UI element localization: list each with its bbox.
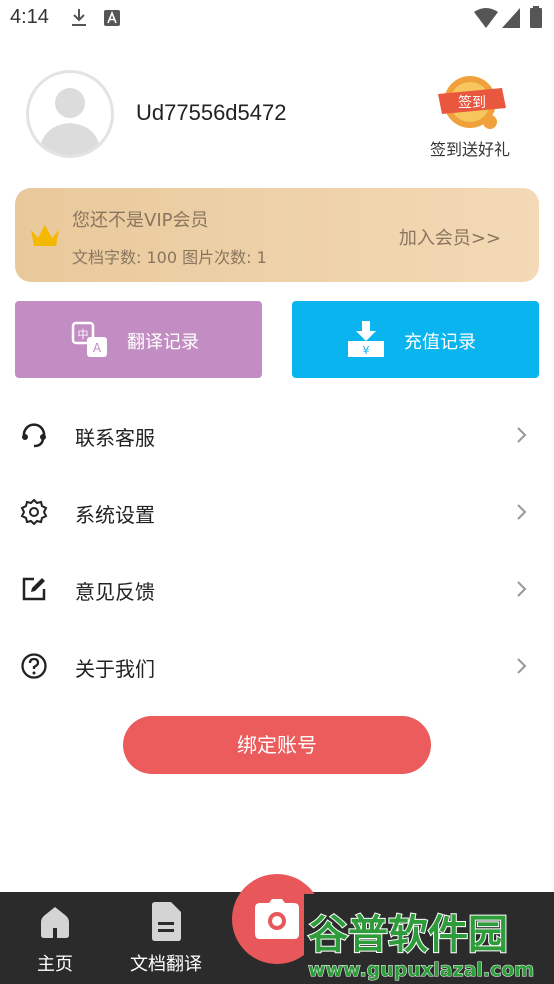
svg-text:¥: ¥ — [363, 344, 370, 357]
watermark-url: www.gupuxlazal.com — [308, 959, 534, 981]
recharge-icon: ¥ — [348, 321, 384, 357]
avatar[interactable] — [26, 70, 114, 158]
nav-home[interactable]: 主页 — [0, 892, 110, 984]
chevron-right-icon — [517, 581, 527, 597]
username: Ud77556d5472 — [136, 100, 287, 125]
signal-icon — [502, 8, 520, 28]
home-icon — [41, 907, 69, 938]
vip-title: 您还不是VIP会员 — [72, 210, 209, 231]
svg-text:中: 中 — [78, 328, 89, 341]
translate-icon: 中 A — [71, 321, 107, 357]
status-bar: 4:14 — [0, 0, 554, 38]
crown-icon — [31, 225, 59, 246]
vip-card[interactable]: 您还不是VIP会员 文档字数: 100 图片次数: 1 加入会员>> — [15, 188, 539, 282]
nav-doc-translate-label: 文档翻译 — [130, 954, 202, 975]
chevron-right-icon — [517, 658, 527, 674]
watermark-graphic: 谷普软件园 www.gupuxlazal.com — [304, 894, 554, 984]
watermark-brand: 谷普软件园 — [308, 912, 508, 958]
camera-icon — [255, 899, 299, 939]
checkin-badge-icon: 签到 — [438, 76, 506, 129]
svg-text:A: A — [93, 341, 102, 355]
headset-icon — [22, 423, 46, 448]
join-vip-link[interactable]: 加入会员>> — [399, 224, 501, 250]
menu-about-us[interactable]: 关于我们 — [0, 628, 554, 705]
status-time: 4:14 — [10, 6, 49, 28]
gear-icon — [20, 498, 48, 526]
checkin-badge-text: 签到 — [458, 94, 486, 111]
text-app-icon — [104, 10, 120, 26]
profile-header: Ud77556d5472 签到 签到送好礼 — [0, 60, 554, 170]
user-silhouette-icon — [39, 88, 101, 155]
wifi-icon — [474, 8, 498, 28]
bind-account-button[interactable]: 绑定账号 — [123, 716, 431, 774]
translate-records-label: 翻译记录 — [127, 332, 199, 353]
chevron-right-icon — [517, 504, 527, 520]
document-icon — [152, 902, 181, 941]
translate-records-button[interactable]: 中 A 翻译记录 — [15, 301, 262, 378]
nav-home-label: 主页 — [37, 954, 73, 975]
checkin-label: 签到送好礼 — [429, 140, 510, 159]
menu-label: 系统设置 — [75, 503, 155, 527]
menu-contact-support[interactable]: 联系客服 — [0, 397, 554, 474]
recharge-records-button[interactable]: ¥ 充值记录 — [292, 301, 539, 378]
menu-label: 意见反馈 — [75, 580, 155, 604]
checkin-button[interactable]: 签到 签到送好礼 — [420, 74, 520, 159]
help-circle-icon — [21, 653, 47, 679]
menu-label: 联系客服 — [75, 426, 155, 450]
menu-feedback[interactable]: 意见反馈 — [0, 551, 554, 628]
recharge-records-label: 充值记录 — [404, 332, 476, 353]
menu-system-settings[interactable]: 系统设置 — [0, 474, 554, 551]
menu-label: 关于我们 — [75, 657, 155, 681]
edit-icon — [22, 577, 46, 601]
battery-icon — [530, 6, 542, 28]
nav-doc-translate[interactable]: 文档翻译 — [111, 892, 221, 984]
download-icon — [72, 9, 86, 26]
vip-stats: 文档字数: 100 图片次数: 1 — [72, 248, 267, 267]
chevron-right-icon — [517, 427, 527, 443]
watermark-logo: 谷普软件园 www.gupuxlazal.com — [304, 894, 554, 984]
